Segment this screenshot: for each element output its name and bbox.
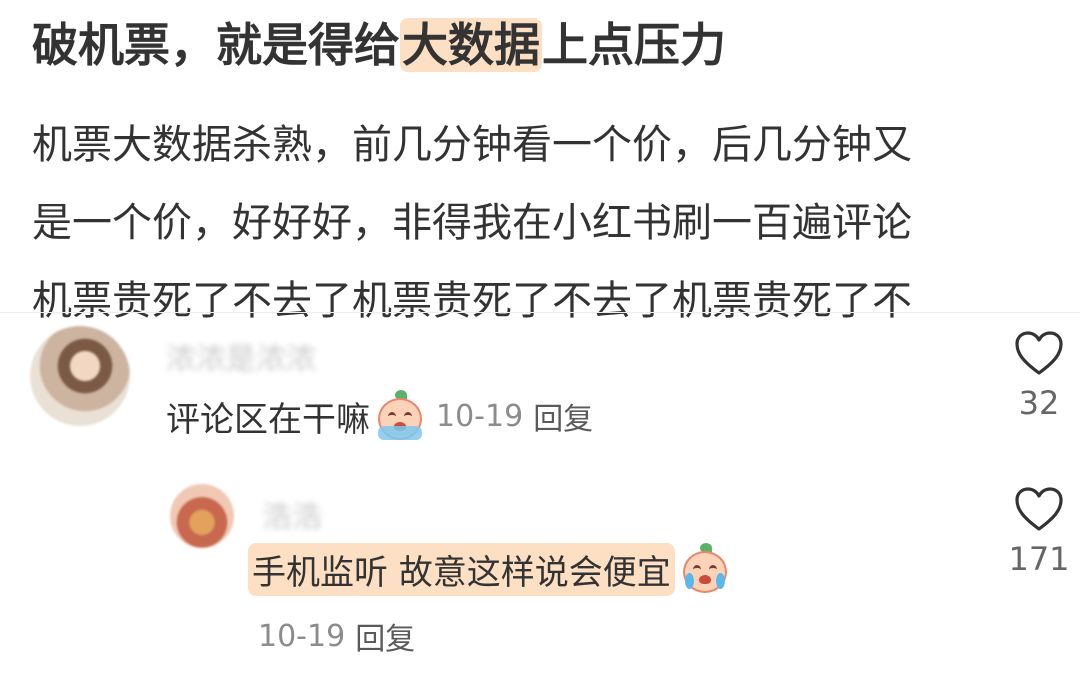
comment-text: 评论区在干嘛	[166, 399, 370, 440]
commenter-avatar[interactable]	[30, 326, 130, 426]
post-body-line: 机票大数据杀熟，前几分钟看一个价，后几分钟又	[32, 122, 912, 168]
comment-text: 手机监听 故意这样说会便宜	[248, 542, 675, 596]
like-count: 171	[1008, 540, 1070, 578]
commenter-avatar[interactable]	[170, 484, 234, 548]
reply-button[interactable]: 回复	[355, 614, 415, 658]
comment-content[interactable]: 手机监听 故意这样说会便宜	[248, 542, 731, 596]
commenter-username[interactable]: 浩浩	[262, 492, 322, 536]
post-body: 机票大数据杀熟，前几分钟看一个价，后几分钟又 是一个价，好好好，非得我在小红书刷…	[32, 106, 1042, 340]
commenter-username[interactable]: 浓浓是浓浓	[166, 334, 316, 378]
comment-date: 10-19	[258, 618, 346, 654]
crying-face-emoji-icon	[374, 390, 426, 442]
highlighted-keyword: 大数据	[400, 18, 542, 72]
post-body-line: 机票贵死了不去了机票贵死了不去了机票贵死了不	[32, 278, 912, 324]
title-part: 上点压力	[542, 18, 726, 72]
like-button[interactable]: 32	[994, 330, 1080, 422]
comment-meta: 10-19 回复	[258, 614, 415, 658]
like-count: 32	[1018, 384, 1060, 422]
comment-date: 10-19	[436, 398, 524, 434]
post-body-line: 是一个价，好好好，非得我在小红书刷一百遍评论	[32, 200, 912, 246]
comment-content[interactable]: 评论区在干嘛 10-19 回复	[166, 390, 593, 440]
divider	[0, 312, 1080, 313]
heart-icon	[1015, 331, 1063, 375]
post-title: 破机票，就是得给大数据上点压力	[32, 14, 726, 76]
title-part: 破机票，就是得给	[32, 18, 400, 72]
crying-face-emoji-icon	[679, 543, 731, 595]
heart-icon	[1015, 487, 1063, 531]
reply-button[interactable]: 回复	[533, 394, 593, 438]
like-button[interactable]: 171	[994, 486, 1080, 578]
